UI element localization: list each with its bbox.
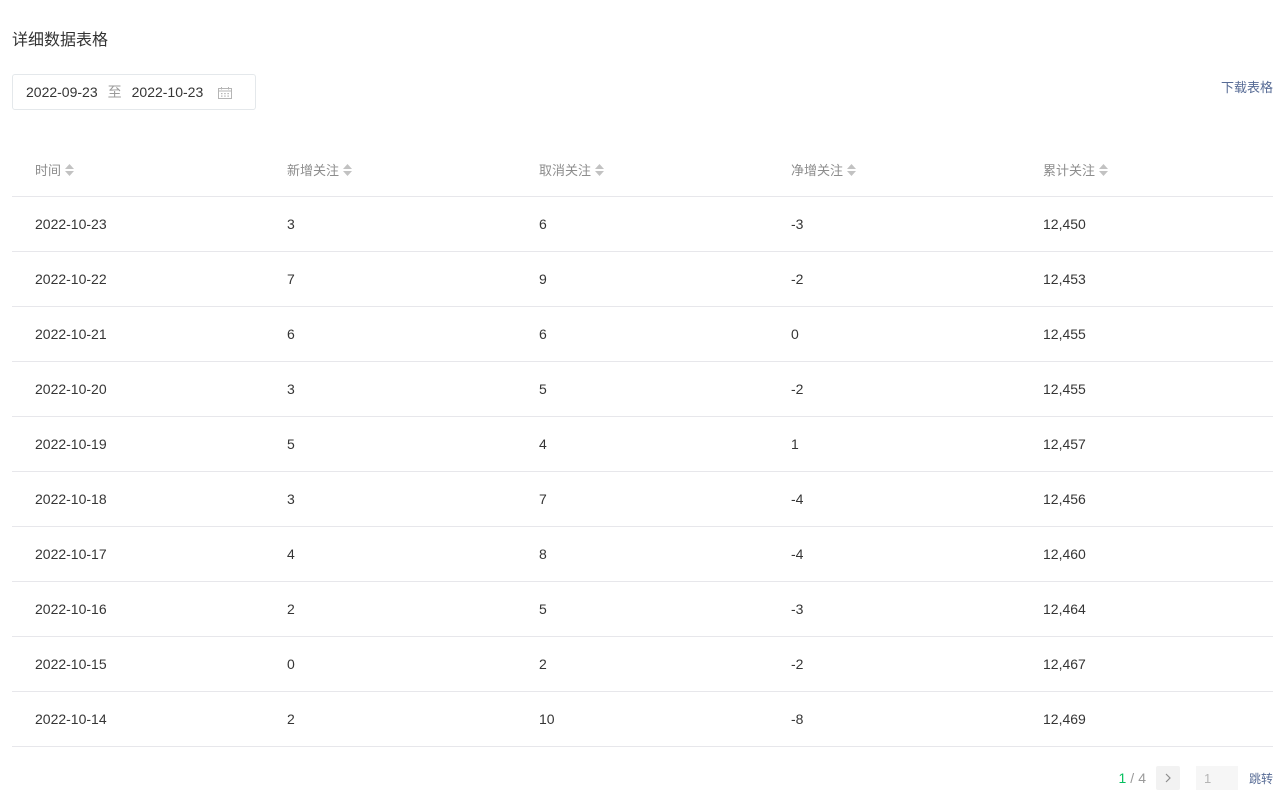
cell-total-follow: 12,453 (1043, 271, 1086, 287)
column-header-time[interactable]: 时间 (12, 160, 264, 179)
chevron-right-icon (1165, 773, 1171, 783)
table-row: 2022-10-17 4 8 -4 12,460 (12, 527, 1273, 582)
table-row: 2022-10-22 7 9 -2 12,453 (12, 252, 1273, 307)
sort-icon[interactable] (595, 162, 605, 178)
cell-new-follow: 2 (287, 601, 295, 617)
pagination: 1 / 4 跳转 (1118, 766, 1273, 790)
date-separator: 至 (107, 84, 122, 100)
cell-total-follow: 12,460 (1043, 546, 1086, 562)
table-row: 2022-10-14 2 10 -8 12,469 (12, 692, 1273, 747)
cell-unfollow: 6 (539, 216, 547, 232)
sort-icon[interactable] (65, 162, 75, 178)
cell-new-follow: 0 (287, 656, 295, 672)
cell-unfollow: 5 (539, 381, 547, 397)
cell-date: 2022-10-18 (35, 491, 107, 507)
cell-unfollow: 9 (539, 271, 547, 287)
column-header-new-follow[interactable]: 新增关注 (264, 160, 516, 179)
pagination-total-pages: 4 (1138, 770, 1146, 786)
table-row: 2022-10-20 3 5 -2 12,455 (12, 362, 1273, 417)
cell-date: 2022-10-14 (35, 711, 107, 727)
cell-total-follow: 12,455 (1043, 381, 1086, 397)
table-row: 2022-10-16 2 5 -3 12,464 (12, 582, 1273, 637)
cell-new-follow: 4 (287, 546, 295, 562)
cell-date: 2022-10-15 (35, 656, 107, 672)
cell-total-follow: 12,456 (1043, 491, 1086, 507)
cell-total-follow: 12,457 (1043, 436, 1086, 452)
cell-date: 2022-10-16 (35, 601, 107, 617)
column-header-label: 新增关注 (287, 163, 340, 178)
cell-net-follow: 0 (791, 326, 799, 342)
cell-total-follow: 12,469 (1043, 711, 1086, 727)
cell-unfollow: 5 (539, 601, 547, 617)
cell-date: 2022-10-20 (35, 381, 107, 397)
table-row: 2022-10-19 5 4 1 12,457 (12, 417, 1273, 472)
cell-new-follow: 3 (287, 216, 295, 232)
column-header-net-follow[interactable]: 净增关注 (768, 160, 1020, 179)
calendar-icon[interactable] (218, 86, 233, 99)
table-row: 2022-10-18 3 7 -4 12,456 (12, 472, 1273, 527)
cell-new-follow: 2 (287, 711, 295, 727)
cell-date: 2022-10-19 (35, 436, 107, 452)
page-jump-input[interactable] (1195, 766, 1238, 790)
cell-date: 2022-10-21 (35, 326, 107, 342)
cell-unfollow: 8 (539, 546, 547, 562)
cell-unfollow: 2 (539, 656, 547, 672)
cell-net-follow: -3 (791, 601, 804, 617)
sort-icon[interactable] (343, 162, 353, 178)
download-table-link[interactable]: 下载表格 (1221, 77, 1273, 96)
date-range-picker[interactable]: 2022-09-23 至 2022-10-23 (12, 74, 256, 110)
cell-unfollow: 6 (539, 326, 547, 342)
column-header-label: 取消关注 (539, 163, 592, 178)
sort-icon[interactable] (847, 162, 857, 178)
cell-new-follow: 3 (287, 491, 295, 507)
table-row: 2022-10-15 0 2 -2 12,467 (12, 637, 1273, 692)
table-row: 2022-10-21 6 6 0 12,455 (12, 307, 1273, 362)
cell-total-follow: 12,464 (1043, 601, 1086, 617)
cell-new-follow: 5 (287, 436, 295, 452)
cell-unfollow: 4 (539, 436, 547, 452)
column-header-label: 净增关注 (791, 163, 844, 178)
section-title: 详细数据表格 (12, 32, 109, 49)
cell-net-follow: -3 (791, 216, 804, 232)
sort-icon[interactable] (1099, 162, 1109, 178)
cell-new-follow: 3 (287, 381, 295, 397)
cell-net-follow: -4 (791, 546, 804, 562)
pagination-separator: / (1130, 770, 1135, 786)
cell-net-follow: -2 (791, 271, 804, 287)
cell-net-follow: -2 (791, 656, 804, 672)
cell-new-follow: 7 (287, 271, 295, 287)
cell-net-follow: -2 (791, 381, 804, 397)
next-page-button[interactable] (1155, 766, 1180, 790)
table-header: 时间 新增关注 取消关注 净增关注 累计关注 (12, 143, 1273, 197)
cell-date: 2022-10-23 (35, 216, 107, 232)
cell-total-follow: 12,467 (1043, 656, 1086, 672)
cell-unfollow: 7 (539, 491, 547, 507)
column-header-label: 时间 (35, 163, 62, 178)
cell-net-follow: 1 (791, 436, 799, 452)
date-end[interactable]: 2022-10-23 (132, 84, 204, 100)
date-start[interactable]: 2022-09-23 (26, 84, 98, 100)
column-header-total-follow[interactable]: 累计关注 (1020, 160, 1273, 179)
pagination-current-page: 1 (1118, 770, 1127, 786)
data-table: 时间 新增关注 取消关注 净增关注 累计关注 2022-10-23 3 6 -3… (12, 143, 1273, 747)
cell-net-follow: -8 (791, 711, 804, 727)
cell-net-follow: -4 (791, 491, 804, 507)
cell-total-follow: 12,450 (1043, 216, 1086, 232)
cell-date: 2022-10-17 (35, 546, 107, 562)
cell-unfollow: 10 (539, 711, 555, 727)
cell-date: 2022-10-22 (35, 271, 107, 287)
table-row: 2022-10-23 3 6 -3 12,450 (12, 197, 1273, 252)
page-jump-button[interactable]: 跳转 (1249, 770, 1273, 787)
cell-total-follow: 12,455 (1043, 326, 1086, 342)
column-header-label: 累计关注 (1043, 163, 1096, 178)
cell-new-follow: 6 (287, 326, 295, 342)
column-header-unfollow[interactable]: 取消关注 (516, 160, 768, 179)
